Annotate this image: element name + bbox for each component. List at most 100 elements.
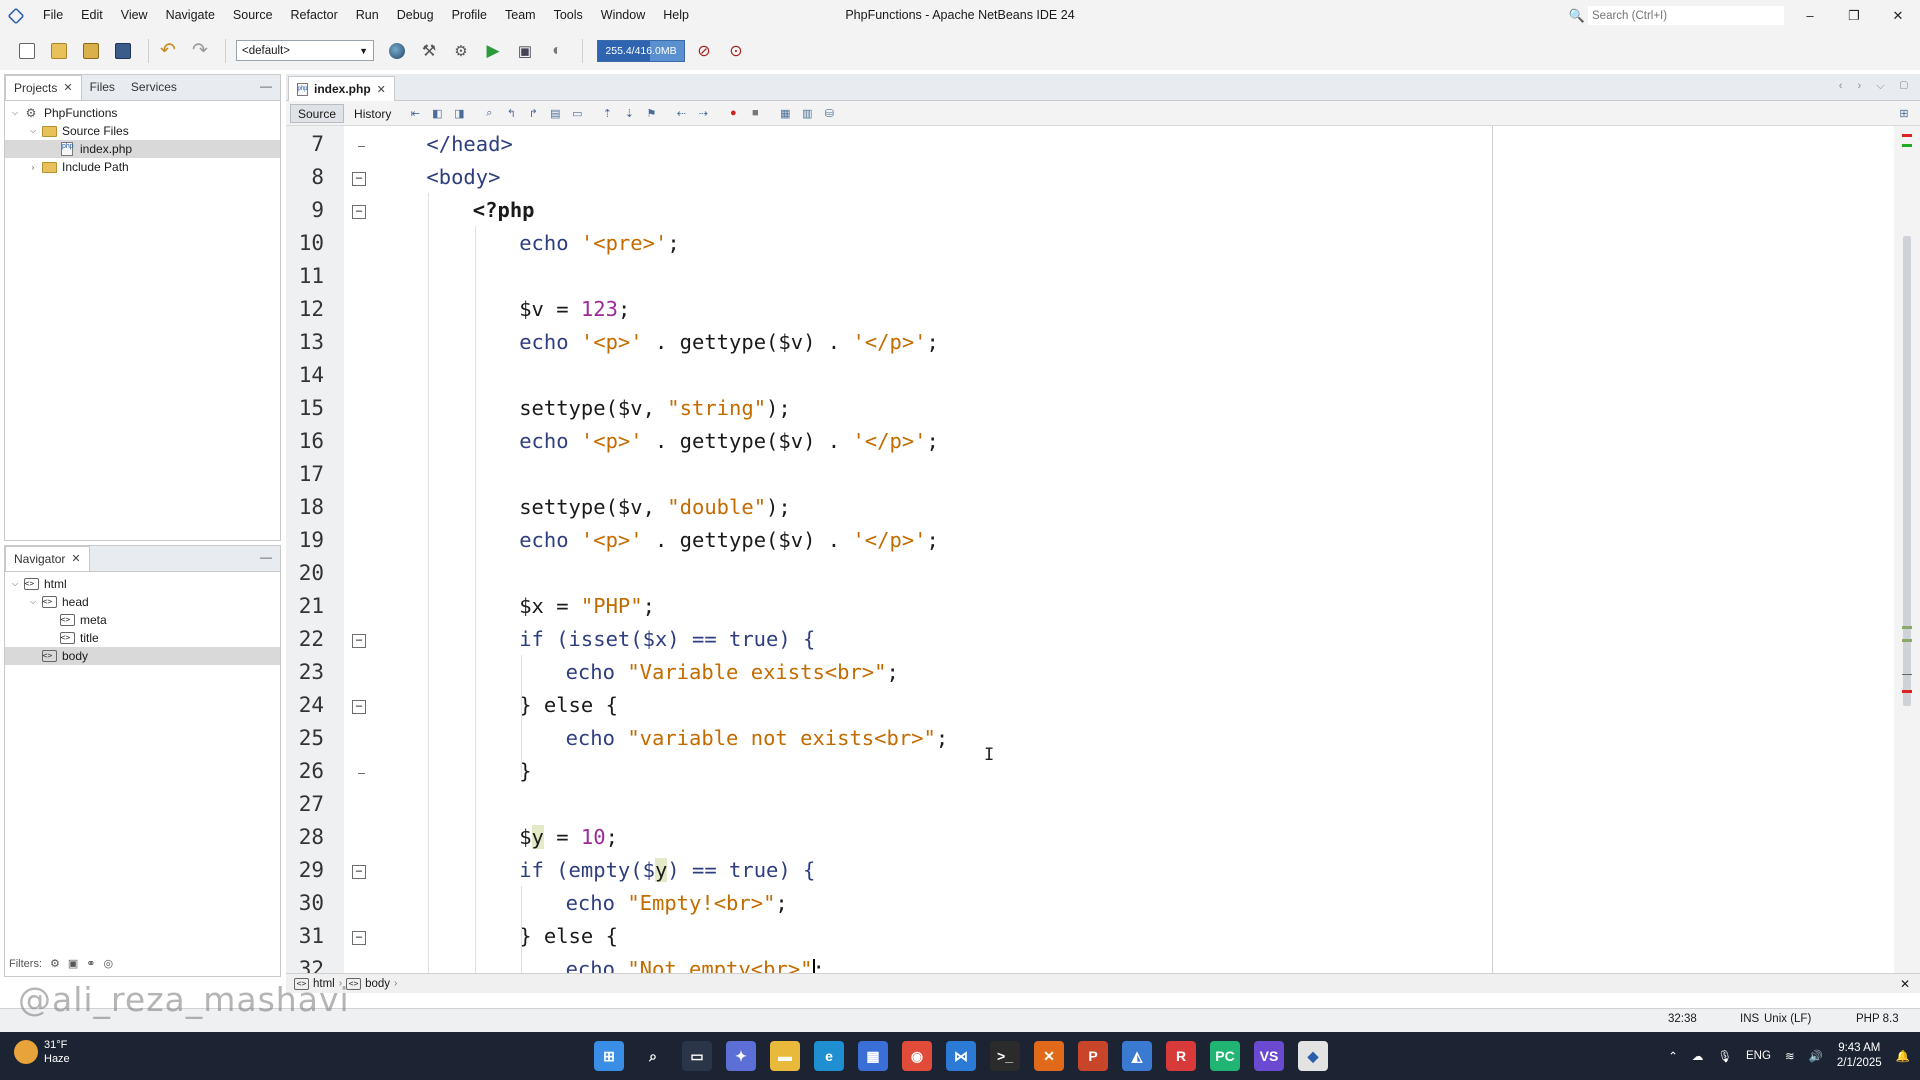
tab-services[interactable]: Services (123, 75, 185, 100)
line-endings[interactable]: Unix (LF) (1764, 1013, 1811, 1025)
line-number[interactable]: 21 (286, 594, 324, 618)
line-number[interactable]: 19 (286, 528, 324, 552)
save-all-button[interactable] (110, 38, 136, 64)
browser-button[interactable] (384, 38, 410, 64)
next-bookmark-icon[interactable]: ⇣ (621, 105, 637, 121)
line-number[interactable]: 22 (286, 627, 324, 651)
fold-toggle-icon[interactable]: − (352, 634, 366, 648)
nav-item-title[interactable]: <> title (5, 629, 280, 647)
line-number[interactable]: 11 (286, 264, 324, 288)
chevron-down-icon[interactable]: ⌵ (27, 126, 39, 136)
previous-bookmark-icon[interactable]: ⇡ (599, 105, 615, 121)
nav-item-html[interactable]: ⌵ <> html (5, 575, 280, 593)
undo-button[interactable]: ↶ (155, 38, 181, 64)
last-edit-icon[interactable]: ⇤ (407, 105, 423, 121)
tab-navigator[interactable]: Navigator ✕ (5, 546, 90, 571)
quick-search[interactable]: 🔍 (1566, 5, 1784, 26)
chevron-down-icon[interactable]: ⌵ (27, 597, 39, 607)
code-line[interactable]: } else { (519, 689, 618, 722)
menu-tools[interactable]: Tools (545, 0, 592, 31)
shift-left-icon[interactable]: ⇠ (673, 105, 689, 121)
code-line[interactable]: echo '<p>' . gettype($v) . '</p>'; (519, 326, 939, 359)
build-button[interactable]: ⚙ (448, 38, 474, 64)
profile-button[interactable]: ◐ (544, 38, 570, 64)
line-number[interactable]: 10 (286, 231, 324, 255)
tree-item-phpfunctions[interactable]: ⌵ ⚙ PhpFunctions (5, 104, 280, 122)
line-number[interactable]: 18 (286, 495, 324, 519)
code-line[interactable]: echo "Not empty<br>"; (566, 953, 825, 973)
fold-toggle-icon[interactable]: − (352, 205, 366, 219)
line-number[interactable]: 16 (286, 429, 324, 453)
close-icon[interactable]: ✕ (71, 547, 80, 572)
code-line[interactable]: $y = 10; (519, 821, 618, 854)
fold-toggle-icon[interactable]: − (352, 865, 366, 879)
menu-view[interactable]: View (112, 0, 157, 31)
terminal-icon[interactable]: >_ (990, 1041, 1020, 1071)
tree-item-index-php[interactable]: php index.php (5, 140, 280, 158)
code-line[interactable]: echo "variable not exists<br>"; (566, 722, 949, 755)
code-line[interactable]: settype($v, "double"); (519, 491, 791, 524)
photos-icon[interactable]: ◭ (1122, 1041, 1152, 1071)
nav-item-body[interactable]: <> body (5, 647, 280, 665)
input-language[interactable]: ENG (1746, 1050, 1771, 1062)
toggle-bookmark-icon[interactable]: ⚑ (643, 105, 659, 121)
clean-build-button[interactable]: ⚒ (416, 38, 442, 64)
new-file-button[interactable] (14, 38, 40, 64)
code-editor[interactable]: </head> <body> <?php echo '<pre>'; $v = 123;… (374, 126, 1894, 973)
filter-inherited-icon[interactable]: ⚭ (86, 957, 95, 970)
error-stripe-marker[interactable] (1902, 674, 1912, 675)
line-number[interactable]: 29 (286, 858, 324, 882)
edge-icon[interactable]: e (814, 1041, 844, 1071)
memory-usage-bar[interactable]: 255.4/416.0MB (597, 39, 685, 62)
line-number[interactable]: 31 (286, 924, 324, 948)
code-line[interactable]: $x = "PHP"; (519, 590, 655, 623)
weather-widget[interactable]: 31°F Haze (14, 1038, 70, 1066)
vscode-icon[interactable]: ⋈ (946, 1041, 976, 1071)
menu-window[interactable]: Window (592, 0, 654, 31)
gc-button[interactable]: ⊘ (691, 38, 717, 64)
clock[interactable]: 9:43 AM 2/1/2025 (1837, 1041, 1882, 1071)
close-icon[interactable]: ✕ (377, 83, 386, 96)
line-number[interactable]: 26 (286, 759, 324, 783)
nav-item-head[interactable]: ⌵ <> head (5, 593, 280, 611)
menu-run[interactable]: Run (347, 0, 388, 31)
start-icon[interactable]: ⊞ (594, 1041, 624, 1071)
editor-scrollbar[interactable] (1894, 126, 1920, 973)
code-line[interactable]: <body> (426, 161, 500, 194)
editor-tab-index-php[interactable]: php index.php ✕ (288, 76, 395, 101)
code-line[interactable]: echo '<p>' . gettype($v) . '</p>'; (519, 425, 939, 458)
code-line[interactable]: echo '<pre>'; (519, 227, 679, 260)
tab-source[interactable]: Source (290, 103, 345, 123)
pycharm-icon[interactable]: PC (1210, 1041, 1240, 1071)
search-icon[interactable]: ⌕ (638, 1041, 668, 1071)
menu-debug[interactable]: Debug (388, 0, 443, 31)
scrollbar-thumb[interactable] (1903, 236, 1911, 706)
menu-refactor[interactable]: Refactor (282, 0, 347, 31)
run-button[interactable]: ▶ (480, 38, 506, 64)
line-number[interactable]: 20 (286, 561, 324, 585)
configuration-select[interactable]: <default> ▼ (236, 40, 374, 61)
shift-right-icon[interactable]: ⇢ (695, 105, 711, 121)
find-selection-icon[interactable]: ⌕ (481, 105, 497, 121)
line-number[interactable]: 25 (286, 726, 324, 750)
forward-icon[interactable]: ◨ (451, 105, 467, 121)
menu-source[interactable]: Source (224, 0, 282, 31)
chevron-down-icon[interactable]: ⌵ (9, 108, 21, 118)
line-number[interactable]: 14 (286, 363, 324, 387)
stop-macro-icon[interactable]: ■ (747, 105, 763, 121)
chevron-up-icon[interactable]: ⌃ (1668, 1049, 1678, 1063)
menu-team[interactable]: Team (496, 0, 545, 31)
copilot-icon[interactable]: ✦ (726, 1041, 756, 1071)
menu-profile[interactable]: Profile (443, 0, 496, 31)
menu-edit[interactable]: Edit (72, 0, 112, 31)
file-explorer-icon[interactable]: ▬ (770, 1041, 800, 1071)
tree-item-source-files[interactable]: ⌵ Source Files (5, 122, 280, 140)
error-stripe-marker[interactable] (1902, 626, 1912, 629)
code-line[interactable]: $v = 123; (519, 293, 630, 326)
code-line[interactable]: </head> (426, 128, 512, 161)
code-line[interactable]: <?php (473, 194, 535, 227)
line-number[interactable]: 7 (286, 132, 324, 156)
minimize-panel-icon[interactable]: — (260, 550, 272, 564)
fold-toggle-icon[interactable]: − (352, 700, 366, 714)
notification-bell-icon[interactable]: 🔔 (1896, 1049, 1910, 1063)
